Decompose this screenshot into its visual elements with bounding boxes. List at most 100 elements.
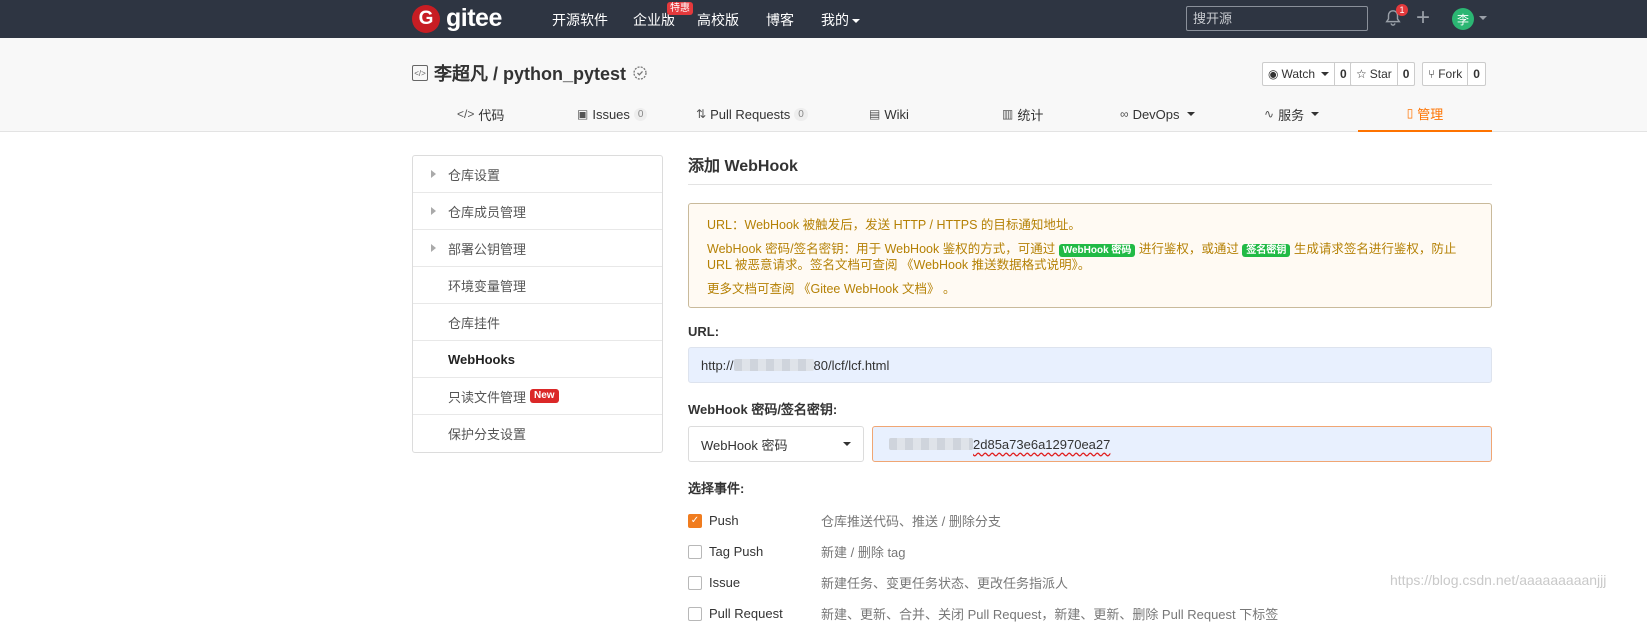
event-issue[interactable]: Issue 新建任务、变更任务状态、更改任务指派人 xyxy=(688,567,1492,598)
star-icon: ☆ xyxy=(1356,67,1367,81)
event-push[interactable]: ✓ Push 仓库推送代码、推送 / 删除分支 xyxy=(688,505,1492,536)
plus-icon[interactable]: + xyxy=(1416,4,1430,32)
tab-manage[interactable]: ▯ 管理 xyxy=(1358,96,1492,132)
webhook-password-tag: WebHook 密码 xyxy=(1058,244,1136,257)
chevron-down-icon xyxy=(843,442,851,446)
sidebar-item-env-vars[interactable]: 环境变量管理 xyxy=(413,267,662,304)
url-suffix: 80/lcf/lcf.html xyxy=(813,357,890,373)
tab-pull-requests-label: Pull Requests xyxy=(710,106,791,122)
chevron-right-icon xyxy=(431,244,436,252)
infinity-icon: ∞ xyxy=(1120,107,1129,121)
watermark: https://blog.csdn.net/aaaaaaaaanjjj xyxy=(1390,572,1607,588)
sidebar-item-deploy-keys[interactable]: 部署公钥管理 xyxy=(413,230,662,267)
nav-open-source[interactable]: 开源软件 xyxy=(552,10,608,30)
chevron-right-icon xyxy=(431,170,436,178)
star-count: 0 xyxy=(1396,63,1415,85)
tab-code[interactable]: </> 代码 xyxy=(457,96,504,132)
url-label: URL: xyxy=(688,324,720,339)
event-name: Push xyxy=(709,513,739,528)
sidebar-item-members[interactable]: 仓库成员管理 xyxy=(413,193,662,230)
settings-sidebar: 仓库设置 仓库成员管理 部署公钥管理 环境变量管理 仓库挂件 WebHooks … xyxy=(412,155,663,453)
sign-key-tag: 签名密钥 xyxy=(1242,244,1291,257)
event-pull-request[interactable]: Pull Request 新建、更新、合并、关闭 Pull Request，新建… xyxy=(688,598,1492,629)
tag-push-checkbox[interactable] xyxy=(688,544,702,559)
sidebar-item-widgets[interactable]: 仓库挂件 xyxy=(413,304,662,341)
event-desc: 新建 / 删除 tag xyxy=(821,545,906,560)
tab-pull-requests[interactable]: ⇅ Pull Requests 0 xyxy=(696,96,808,132)
tab-code-label: 代码 xyxy=(478,107,505,123)
chevron-down-icon xyxy=(1186,112,1195,116)
tab-devops[interactable]: ∞ DevOps xyxy=(1120,96,1195,132)
secret-type-select[interactable]: WebHook 密码 xyxy=(688,426,864,462)
sidebar-item-label: 仓库设置 xyxy=(448,167,501,183)
tab-services[interactable]: ∿ 服务 xyxy=(1264,96,1320,132)
tab-issues-count: 0 xyxy=(633,107,648,121)
tab-wiki-label: Wiki xyxy=(884,106,909,122)
nav-blog[interactable]: 博客 xyxy=(766,10,794,30)
watch-button[interactable]: ◉ Watch 0 xyxy=(1262,62,1353,86)
fork-icon: ⑂ xyxy=(1428,67,1436,81)
event-desc: 新建、更新、合并、关闭 Pull Request，新建、更新、删除 Pull R… xyxy=(821,607,1279,622)
notice-text: WebHook 密码/签名密钥：用于 WebHook 鉴权的方式，可通过 xyxy=(707,242,1056,256)
secret-label: WebHook 密码/签名密钥: xyxy=(688,402,838,417)
top-navbar: G gitee 开源软件 企业版 特惠 高校版 博客 我的 1 + 李 xyxy=(0,0,1647,38)
chevron-down-icon xyxy=(1311,112,1320,116)
chart-icon: ▥ xyxy=(1002,107,1014,121)
nav-mine-label: 我的 xyxy=(821,12,849,28)
avatar-chevron-down-icon[interactable] xyxy=(1479,16,1487,20)
issues-icon: ▣ xyxy=(577,107,589,121)
notice-text: 进行鉴权，或通过 xyxy=(1138,242,1239,256)
chevron-down-icon xyxy=(852,19,860,24)
notice-text: 更多文档可查阅 xyxy=(707,282,795,296)
search-input[interactable] xyxy=(1186,6,1368,31)
sidebar-item-protected-branches[interactable]: 保护分支设置 xyxy=(413,415,662,452)
sidebar-item-label: 保护分支设置 xyxy=(448,427,527,442)
sidebar-item-readonly-files[interactable]: 只读文件管理 New xyxy=(413,378,662,415)
chevron-down-icon xyxy=(1321,72,1330,76)
code-icon: </> xyxy=(457,107,475,121)
tab-issues-label: Issues xyxy=(592,106,630,122)
watch-label: Watch xyxy=(1281,67,1316,81)
repo-title-bar: </> 李超凡 / python_pytest xyxy=(412,60,648,86)
sidebar-item-label: 仓库挂件 xyxy=(448,315,501,331)
avatar[interactable]: 李 xyxy=(1452,8,1474,30)
sidebar-item-label: 部署公钥管理 xyxy=(448,241,527,257)
events-label: 选择事件: xyxy=(688,481,745,496)
gitee-webhook-doc-link[interactable]: 《Gitee WebHook 文档》 xyxy=(798,282,939,296)
repo-code-icon: </> xyxy=(412,65,428,81)
sidebar-item-label: WebHooks xyxy=(448,351,515,367)
gitee-logo[interactable]: G gitee xyxy=(412,4,502,33)
nav-education[interactable]: 高校版 xyxy=(697,10,739,30)
sidebar-item-webhooks[interactable]: WebHooks xyxy=(413,341,662,378)
url-input[interactable]: http:// 80/lcf/lcf.html xyxy=(688,347,1492,383)
hot-badge: 特惠 xyxy=(667,2,693,15)
secret-row: WebHook 密码 2d85a73e6a12970ea27 xyxy=(688,426,1492,462)
sidebar-item-repo-settings[interactable]: 仓库设置 xyxy=(413,156,662,193)
tab-manage-label: 管理 xyxy=(1417,106,1444,122)
webhook-notice: URL：WebHook 被触发后，发送 HTTP / HTTPS 的目标通知地址… xyxy=(688,203,1492,308)
event-desc: 新建任务、变更任务状态、更改任务指派人 xyxy=(821,576,1069,591)
push-checkbox[interactable]: ✓ xyxy=(688,513,702,528)
nav-mine[interactable]: 我的 xyxy=(821,10,860,30)
issue-checkbox[interactable] xyxy=(688,575,702,590)
event-tag-push[interactable]: Tag Push 新建 / 删除 tag xyxy=(688,536,1492,567)
nav-enterprise[interactable]: 企业版 特惠 xyxy=(633,2,693,30)
star-button[interactable]: ☆ Star 0 xyxy=(1350,62,1416,86)
tab-issues[interactable]: ▣ Issues 0 xyxy=(577,96,648,132)
eye-icon: ◉ xyxy=(1268,67,1279,81)
pull-request-checkbox[interactable] xyxy=(688,606,702,621)
notice-secret-line: WebHook 密码/签名密钥：用于 WebHook 鉴权的方式，可通过 Web… xyxy=(707,241,1473,273)
push-format-doc-link[interactable]: 《WebHook 推送数据格式说明》 xyxy=(901,258,1078,272)
tab-stats[interactable]: ▥ 统计 xyxy=(1002,96,1043,132)
notice-text: 。 xyxy=(942,282,956,296)
fork-button[interactable]: ⑂ Fork 0 xyxy=(1422,62,1486,86)
repo-title[interactable]: 李超凡 / python_pytest xyxy=(434,60,626,86)
new-badge: New xyxy=(530,389,559,403)
tab-wiki[interactable]: ▤ Wiki xyxy=(869,96,909,132)
secret-input[interactable]: 2d85a73e6a12970ea27 xyxy=(872,426,1492,462)
gitee-logo-icon: G xyxy=(412,4,440,33)
secret-value: 2d85a73e6a12970ea27 xyxy=(973,436,1111,452)
repo-badge-icon[interactable] xyxy=(632,65,648,81)
manage-icon: ▯ xyxy=(1406,106,1414,120)
notice-docs-line: 更多文档可查阅 《Gitee WebHook 文档》 。 xyxy=(707,281,1473,297)
